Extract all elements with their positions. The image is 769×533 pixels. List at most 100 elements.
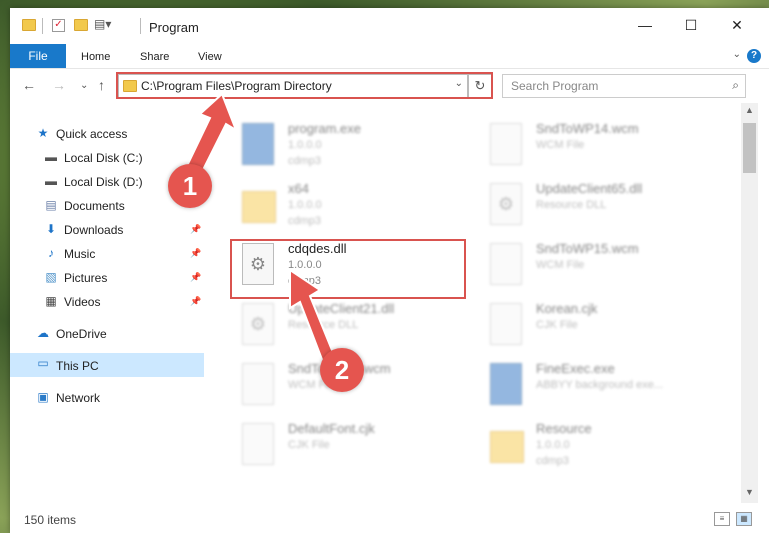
scroll-up-icon[interactable]: ▲ (741, 105, 758, 119)
dll-gear-icon: ⚙ (242, 303, 274, 345)
navigation-bar: ← → ⌄ ↑ C:\Program Files\Program Directo… (10, 69, 769, 103)
file-icon (242, 363, 274, 405)
file-meta-1: CJK File (288, 439, 330, 451)
file-item[interactable]: Resource 1.0.0.0 cdmp3 (490, 417, 720, 473)
search-box[interactable]: Search Program ⌕ (502, 74, 746, 98)
sidebar-item-label: Quick access (56, 127, 128, 141)
recent-locations-button[interactable]: ⌄ (80, 80, 88, 91)
tab-view[interactable]: View (198, 51, 222, 63)
close-button[interactable]: ✕ (714, 8, 760, 42)
file-meta-1: 1.0.0.0 (288, 199, 322, 211)
back-button[interactable]: ← (22, 77, 36, 93)
tab-file[interactable]: File (10, 44, 66, 68)
sidebar-item[interactable]: ▬ Local Disk (C:) 📌 (10, 147, 204, 169)
title-bar: ✓ ▤▾ Program — ☐ ✕ (10, 8, 769, 42)
file-name: UpdateClient21.dll (288, 301, 395, 316)
star-icon: ★ (37, 126, 49, 140)
vertical-scrollbar[interactable]: ▲ ▼ (741, 103, 758, 503)
explorer-window: ✓ ▤▾ Program — ☐ ✕ File Home Share View … (10, 8, 769, 533)
sidebar-item[interactable]: ▦ Videos 📌 (10, 291, 204, 313)
scroll-down-icon[interactable]: ▼ (741, 487, 758, 501)
details-view-button[interactable]: ≡ (714, 512, 730, 526)
folder-icon (490, 431, 524, 463)
file-item[interactable]: SndToWP15.wcm WCM File (490, 237, 720, 293)
sidebar-item-label: Network (56, 391, 101, 405)
dll-gear-icon: ⚙ (490, 183, 522, 225)
file-item[interactable]: ⚙ UpdateClient65.dll Resource DLL (490, 177, 720, 233)
sidebar-item-label: OneDrive (56, 327, 107, 341)
properties-icon[interactable]: ✓ (52, 19, 65, 32)
videos-icon: ▦ (45, 294, 57, 308)
application-icon (490, 363, 522, 405)
navigation-pane: ★ Quick access ▬ Local Disk (C:) 📌 ▬ Local Dis… (10, 103, 204, 503)
sidebar-item[interactable]: ★ Quick access (10, 123, 204, 145)
sidebar-item[interactable]: ▣ Network (10, 387, 204, 409)
file-meta-1: 1.0.0.0 (288, 139, 322, 151)
file-meta-1: Resource DLL (536, 199, 607, 211)
file-name: DefaultFont.cjk (288, 421, 375, 436)
file-icon (490, 243, 522, 285)
new-folder-icon[interactable] (74, 19, 88, 31)
search-input[interactable]: Search Program (511, 79, 598, 93)
computer-icon: ▭ (37, 356, 49, 370)
callout-1: 1 (168, 164, 212, 208)
toolbar-separator (42, 18, 43, 34)
scroll-thumb[interactable] (743, 123, 756, 173)
item-count: 150 items (24, 513, 77, 527)
customize-quick-access-icon[interactable]: ▤▾ (94, 17, 111, 31)
file-meta-1: WCM File (536, 139, 585, 151)
sidebar-item[interactable]: ▧ Pictures 📌 (10, 267, 204, 289)
sidebar-item-label: Local Disk (D:) (64, 175, 143, 189)
file-name: x64 (288, 181, 309, 196)
file-item[interactable]: SndToWP14.wcm WCM File (490, 117, 720, 173)
file-name: UpdateClient65.dll (536, 181, 643, 196)
file-meta-2: cdmp3 (288, 155, 322, 167)
tab-home[interactable]: Home (81, 51, 110, 63)
file-name: Resource (536, 421, 592, 436)
sidebar-item-label: This PC (56, 359, 99, 373)
file-item[interactable]: FineExec.exe ABBYY background exe... (490, 357, 720, 413)
status-bar: 150 items ≡ ▦ (10, 503, 769, 533)
file-item[interactable]: DefaultFont.cjk CJK File (242, 417, 472, 473)
file-name: SndToWP15.wcm (536, 241, 639, 256)
file-name: FineExec.exe (536, 361, 615, 376)
callout-2: 2 (320, 348, 364, 392)
expand-ribbon-icon[interactable]: ⌄ (733, 49, 741, 60)
up-button[interactable]: ↑ (98, 77, 105, 93)
sidebar-item-label: Local Disk (C:) (64, 151, 143, 165)
file-icon (490, 123, 522, 165)
tab-share[interactable]: Share (140, 51, 169, 63)
file-meta-1: ABBYY background exe... (536, 379, 663, 391)
maximize-button[interactable]: ☐ (668, 8, 714, 42)
pin-icon: 📌 (190, 248, 202, 258)
application-icon (242, 123, 274, 165)
file-item[interactable]: x64 1.0.0.0 cdmp3 (242, 177, 472, 233)
address-highlight-box (116, 72, 493, 99)
window-title: Program (149, 20, 199, 35)
file-meta-2: cdmp3 (536, 455, 570, 467)
cloud-icon: ☁ (37, 326, 49, 340)
tiles-view-button[interactable]: ▦ (736, 512, 752, 526)
file-name: SndToWP14.wcm (536, 121, 639, 136)
file-item[interactable]: ⚙ UpdateClient21.dll Resource DLL (242, 297, 472, 353)
help-icon[interactable]: ? (747, 49, 761, 63)
file-item[interactable]: Korean.cjk CJK File (490, 297, 720, 353)
file-item[interactable]: program.exe 1.0.0.0 cdmp3 (242, 117, 472, 173)
pin-icon: 📌 (190, 224, 202, 234)
sidebar-item[interactable]: ☁ OneDrive (10, 323, 204, 345)
search-icon[interactable]: ⌕ (732, 78, 739, 93)
forward-button[interactable]: → (52, 77, 66, 93)
file-name: Korean.cjk (536, 301, 598, 316)
drive-icon: ▬ (45, 174, 57, 188)
file-meta-1: 1.0.0.0 (536, 439, 570, 451)
minimize-button[interactable]: — (622, 8, 668, 42)
file-icon (490, 303, 522, 345)
sidebar-item[interactable]: ▭ This PC (10, 353, 204, 377)
file-highlight-box (230, 239, 466, 299)
folder-icon (242, 191, 276, 223)
pin-icon: 📌 (190, 296, 202, 306)
pictures-icon: ▧ (45, 270, 57, 284)
sidebar-item[interactable]: ♪ Music 📌 (10, 243, 204, 265)
pin-icon: 📌 (190, 152, 202, 162)
sidebar-item[interactable]: ⬇ Downloads 📌 (10, 219, 204, 241)
